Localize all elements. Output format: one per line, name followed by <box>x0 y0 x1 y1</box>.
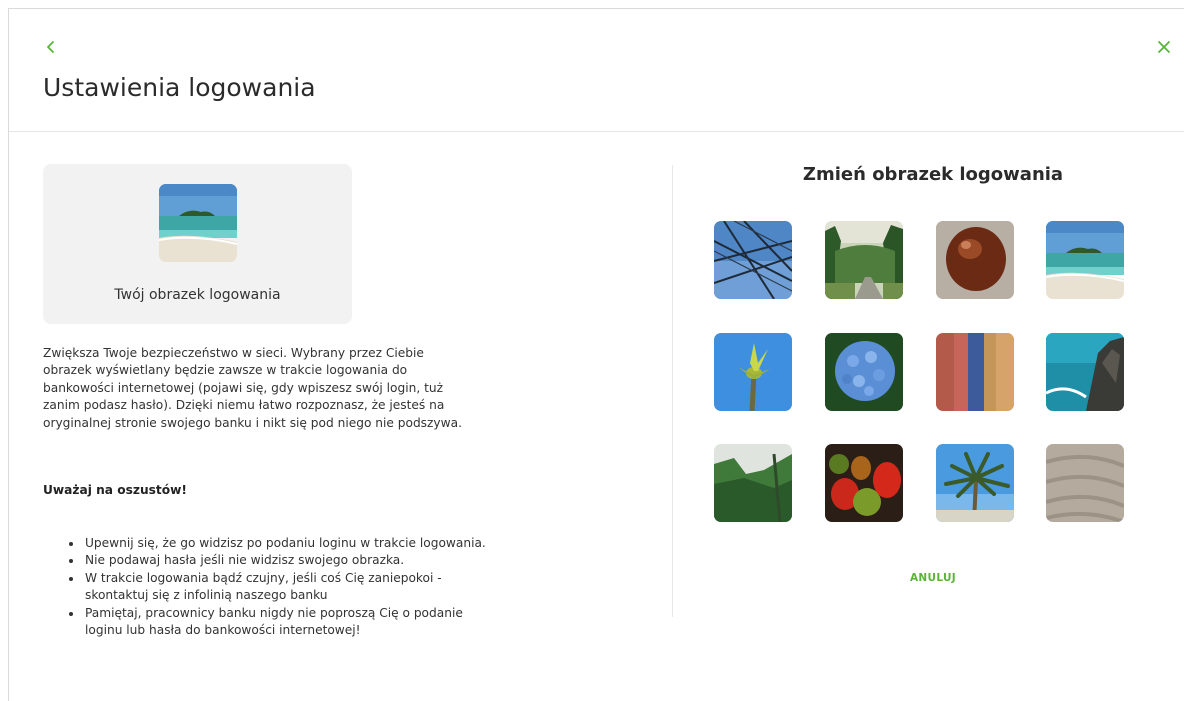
close-icon[interactable] <box>1156 39 1172 55</box>
page-title: Ustawienia logowania <box>43 73 316 102</box>
image-option-chestnut[interactable] <box>936 221 1014 299</box>
image-option-sand[interactable] <box>1046 444 1124 522</box>
list-item: W trakcie logowania bądź czujny, jeśli c… <box>83 570 493 605</box>
image-option-misty-forest[interactable] <box>714 444 792 522</box>
current-image-beach <box>159 184 237 262</box>
image-option-vegetables[interactable] <box>825 444 903 522</box>
cancel-button[interactable]: ANULUJ <box>673 572 1184 584</box>
current-image-card: Twój obrazek logowania <box>43 164 352 324</box>
image-option-painted-wall[interactable] <box>936 333 1014 411</box>
image-option-beach[interactable] <box>1046 221 1124 299</box>
back-arrow-icon[interactable] <box>43 39 59 55</box>
warning-tips-list: Upewnij się, że go widzisz po podaniu lo… <box>65 535 493 639</box>
header-divider <box>9 131 1184 132</box>
settings-panel: Ustawienia logowania Twój obrazek logowa… <box>8 8 1184 701</box>
image-option-hydrangea[interactable] <box>825 333 903 411</box>
image-option-rocky-coast[interactable] <box>1046 333 1124 411</box>
image-option-fig-sprout[interactable] <box>714 333 792 411</box>
list-item: Nie podawaj hasła jeśli nie widzisz swoj… <box>83 552 493 569</box>
list-item: Pamiętaj, pracownicy banku nigdy nie pop… <box>83 605 493 640</box>
gallery-title: Zmień obrazek logowania <box>802 164 1064 185</box>
image-option-forest-road[interactable] <box>825 221 903 299</box>
warning-title: Uważaj na oszustów! <box>43 483 187 497</box>
current-image-label: Twój obrazek logowania <box>114 287 281 303</box>
image-option-power-lines[interactable] <box>714 221 792 299</box>
image-option-palm-tree[interactable] <box>936 444 1014 522</box>
security-description: Zwiększa Twoje bezpieczeństwo w sieci. W… <box>43 346 462 430</box>
column-divider <box>672 165 673 617</box>
list-item: Upewnij się, że go widzisz po podaniu lo… <box>83 535 493 552</box>
